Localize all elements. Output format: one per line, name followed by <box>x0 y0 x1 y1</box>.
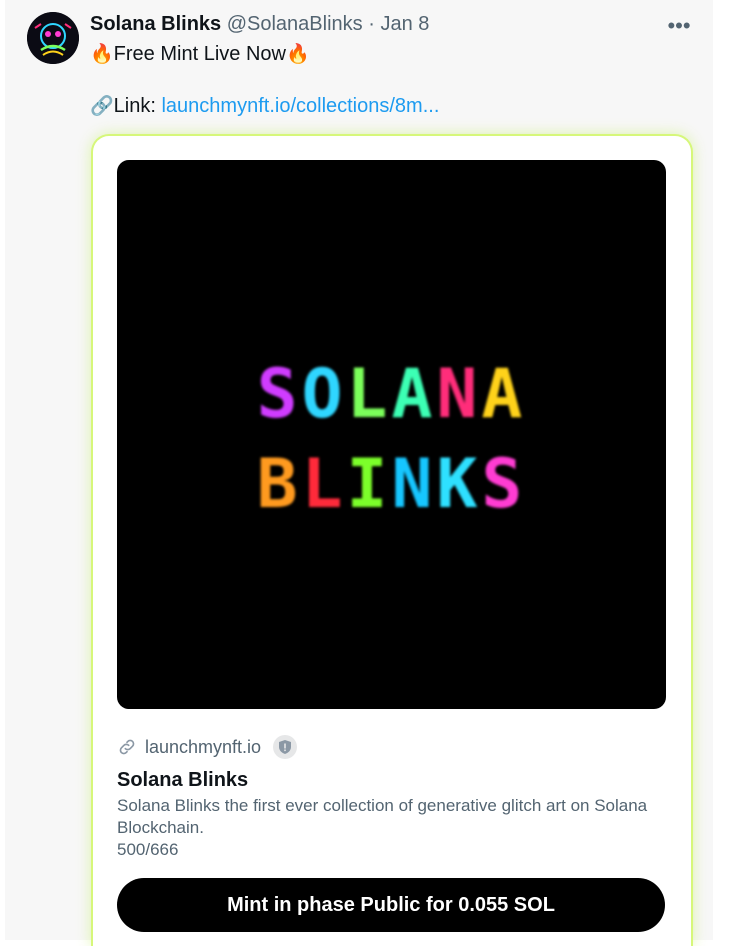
author-name[interactable]: Solana Blinks <box>90 13 221 35</box>
header-separator: · <box>368 13 375 35</box>
avatar-art-icon <box>27 12 79 64</box>
tweet-header: Solana Blinks @SolanaBlinks · Jan 8 <box>90 13 429 36</box>
right-gutter <box>713 0 740 940</box>
card-image[interactable]: SOLANA BLINKS <box>117 160 666 709</box>
more-options-button[interactable]: ••• <box>662 12 696 40</box>
tweet-text: Free Mint Live Now <box>113 43 286 65</box>
card-title: Solana Blinks <box>117 769 249 791</box>
author-handle[interactable]: @SolanaBlinks <box>227 13 363 35</box>
glitch-letter: L <box>346 355 392 434</box>
more-horizontal-icon: ••• <box>667 13 691 38</box>
tweet-text-line2: 🔗Link: launchmynft.io/collections/8m... <box>90 94 439 118</box>
glitch-letter: B <box>256 445 302 524</box>
tweet-text-line1: 🔥Free Mint Live Now🔥 <box>90 42 310 66</box>
glitch-letter: S <box>256 355 302 434</box>
glitch-letter: L <box>301 445 347 524</box>
card-supply: 500/666 <box>117 840 179 859</box>
glitch-letter: I <box>346 445 392 524</box>
glitch-letter: N <box>391 445 437 524</box>
glitch-letter: K <box>436 445 482 524</box>
tweet-link[interactable]: launchmynft.io/collections/8m... <box>161 95 439 117</box>
card-domain[interactable]: launchmynft.io <box>145 737 261 758</box>
fire-icon: 🔥 <box>285 44 310 65</box>
link-label: Link: <box>113 95 162 117</box>
image-text-row1: SOLANA <box>117 355 666 434</box>
glitch-letter: N <box>436 355 482 434</box>
shield-icon <box>273 735 298 759</box>
image-text-row2: BLINKS <box>117 445 666 524</box>
mint-button[interactable]: Mint in phase Public for 0.055 SOL <box>117 878 665 932</box>
link-chain-icon <box>119 739 135 755</box>
glitch-letter: O <box>301 355 347 434</box>
card-domain-row[interactable]: launchmynft.io <box>117 735 298 759</box>
glitch-letter: A <box>391 355 437 434</box>
glitch-letter: A <box>481 355 527 434</box>
card-description-block: Solana Blinks the first ever collection … <box>117 795 657 861</box>
fire-icon: 🔥 <box>90 44 114 65</box>
glitch-letter: S <box>481 445 527 524</box>
avatar[interactable] <box>27 12 79 64</box>
link-icon: 🔗 <box>90 96 114 117</box>
card-description: Solana Blinks the first ever collection … <box>117 796 648 837</box>
tweet-date[interactable]: Jan 8 <box>380 13 429 35</box>
